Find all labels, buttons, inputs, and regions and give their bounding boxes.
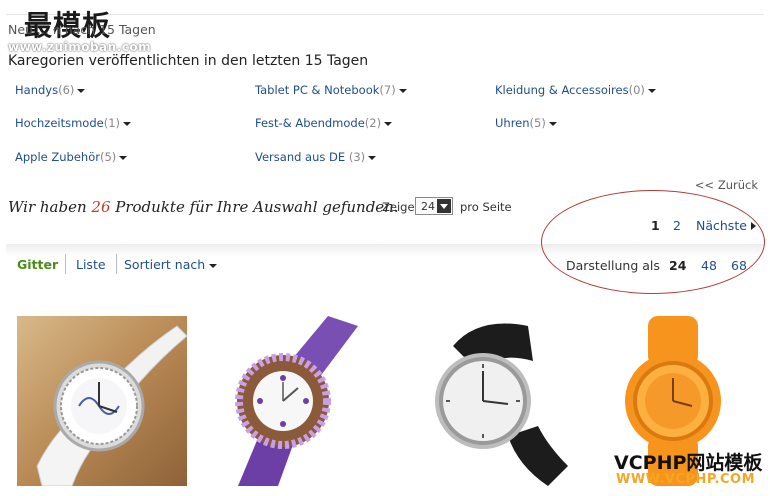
category-count: (6) [58,83,75,97]
caret-down-icon [398,88,407,93]
watermark-vcphp: VCPHP网站模板 [614,452,763,474]
per-page-value: 24 [421,200,435,213]
category-label: Handys [15,83,59,97]
caret-down-icon [368,155,377,160]
watermark-url: www.zuimoban.com [8,40,152,54]
sort-dropdown[interactable]: Sortiert nach [124,257,218,272]
results-count: 26 [91,198,111,216]
category-link-hochzeitsmode[interactable]: Hochzeitsmode(1) [15,116,132,130]
category-link-kleidung[interactable]: Kleidung & Accessoires(0) [495,83,656,97]
category-label: Uhren [495,116,530,130]
caret-down-icon [548,121,557,126]
category-link-apple[interactable]: Apple Zubehör(5) [15,150,128,164]
category-count: (2) [364,116,382,130]
category-label: Apple Zubehör [15,150,100,164]
category-link-uhren[interactable]: Uhren(5) [495,116,557,130]
breadcrumb: Neu ... n nach 15 Tagen [8,22,156,37]
results-prefix: Wir haben [8,198,92,216]
black-silver-watch-icon [398,316,568,486]
results-summary: Wir haben 26 Produkte für Ihre Auswahl g… [8,198,399,216]
category-count: (1) [103,116,121,130]
caret-down-icon [77,88,86,93]
highlight-ellipse [541,190,765,294]
dropdown-arrow-icon[interactable] [437,199,451,213]
product-image-black-watch[interactable] [398,316,568,486]
category-label: Kleidung & Accessoires [495,83,629,97]
product-image-white-watch[interactable] [17,316,187,486]
category-count: (5) [100,150,117,164]
category-link-versand[interactable]: Versand aus DE (3) [255,150,377,164]
results-suffix: Produkte für Ihre Auswahl gefunden. [110,198,399,216]
category-count: (3) [348,150,366,164]
caret-down-icon [384,121,393,126]
category-count: (5) [529,116,546,130]
category-count: (0) [628,83,645,97]
purple-crystal-watch-icon [208,316,378,486]
category-count: (7) [379,83,396,97]
toolbar-divider [116,254,117,274]
product-image-purple-watch[interactable] [208,316,378,486]
category-link-festmode[interactable]: Fest-& Abendmode(2) [255,116,393,130]
category-link-handys[interactable]: Handys(6) [15,83,86,97]
category-title: Karegorien veröffentlichten in den letzt… [8,53,369,69]
caret-down-icon [119,155,128,160]
category-label: Tablet PC & Notebook [255,83,380,97]
category-link-tablet[interactable]: Tablet PC & Notebook(7) [255,83,407,97]
category-label: Hochzeitsmode [15,116,104,130]
watermark-vcphp-url: WWW.VCPHP.COM [616,472,756,487]
sort-label: Sortiert nach [124,257,206,272]
back-link[interactable]: << Zurück [695,178,758,192]
caret-down-icon [123,121,132,126]
caret-down-icon [647,88,656,93]
toolbar-divider [65,254,66,274]
per-page-select[interactable]: 24 [415,197,453,215]
white-crystal-watch-icon [17,316,187,486]
caret-down-icon [209,263,218,268]
list-view-button[interactable]: Liste [76,257,106,272]
top-divider [6,14,764,15]
category-label: Fest-& Abendmode [255,116,365,130]
per-page-suffix: pro Seite [460,200,512,214]
per-page-label: Zeige [382,200,415,214]
grid-view-button[interactable]: Gitter [17,257,58,272]
category-label: Versand aus DE [255,150,346,164]
